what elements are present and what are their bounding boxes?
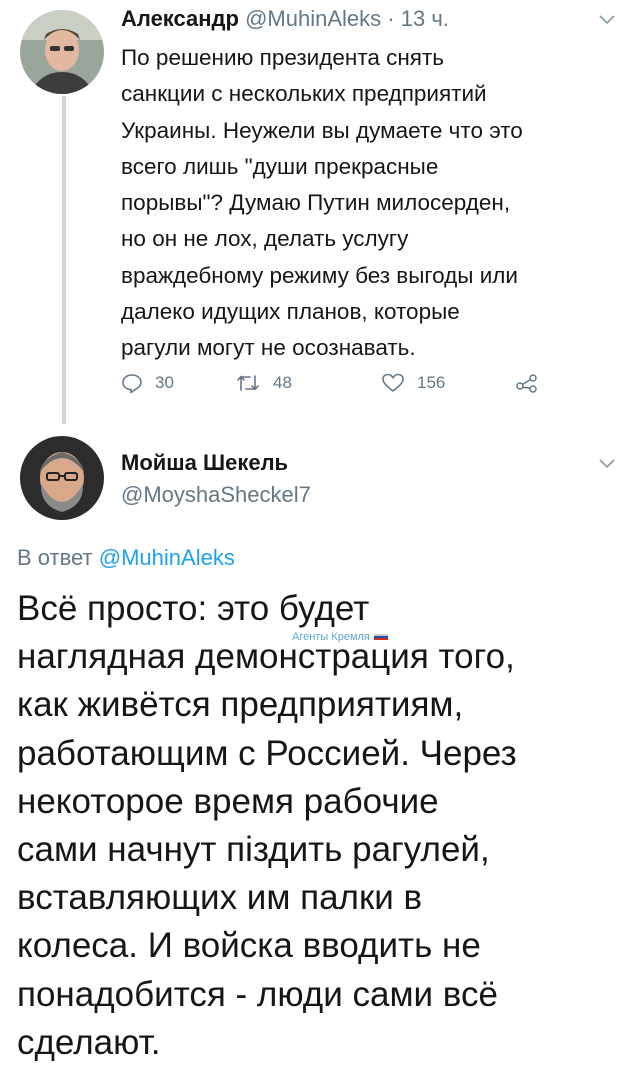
tweet1-text-line: порывы"? Думаю Путин милосерден, bbox=[121, 190, 511, 216]
thread-connector-line bbox=[62, 96, 66, 424]
tweet2-text-line: некоторое время рабочие bbox=[17, 781, 439, 821]
tweet2-text-line: колеса. И войска вводить не bbox=[17, 926, 481, 966]
tweet2-text-line: работающим с Россией. Через bbox=[17, 733, 517, 773]
tweet2-text-line: вставляющих им палки в bbox=[17, 878, 423, 918]
tweet1-timestamp[interactable]: 13 ч. bbox=[401, 6, 449, 31]
tweet1-text-line: далеко идущих планов, которые bbox=[121, 299, 460, 325]
tweet2-text-line: понадобится - люди сами всё bbox=[17, 974, 498, 1014]
tweet1-text-line: но он не лох, делать услугу bbox=[121, 226, 409, 252]
russian-flag-icon bbox=[373, 633, 388, 641]
retweet-button[interactable]: 48 bbox=[235, 372, 292, 394]
reply-count: 30 bbox=[155, 373, 174, 392]
share-icon bbox=[515, 372, 539, 394]
reply-handle-link[interactable]: @MuhinAleks bbox=[99, 545, 235, 570]
tweet1-action-bar: 30 48 156 bbox=[121, 372, 551, 402]
tweet1-text-line: санкции с нескольких предприятий bbox=[121, 81, 487, 107]
tweet2-author-handle[interactable]: @MoyshaSheckel7 bbox=[121, 482, 311, 508]
separator-dot: · bbox=[387, 6, 395, 31]
tweet2-text-line: сами начнут піздить рагулей, bbox=[17, 830, 490, 870]
chevron-down-icon[interactable] bbox=[598, 454, 616, 475]
avatar-aleksandr[interactable] bbox=[20, 10, 104, 94]
tweet2-text-line: как живётся предприятиям, bbox=[17, 685, 464, 725]
share-button[interactable] bbox=[515, 372, 539, 394]
heart-icon bbox=[381, 372, 405, 394]
watermark: Агенты Кремля bbox=[292, 631, 388, 643]
reply-prefix: В ответ bbox=[17, 545, 93, 570]
tweet1-header: Александр @MuhinAleks · 13 ч. bbox=[121, 6, 449, 32]
tweet2-author-name[interactable]: Мойша Шекель bbox=[121, 450, 288, 476]
tweet1-author-handle[interactable]: @MuhinAleks bbox=[245, 6, 381, 31]
tweet2-text-line: сделают. bbox=[17, 1022, 161, 1062]
reply-icon bbox=[121, 372, 143, 394]
tweet1-text-line: враждебному режиму без выгоды или bbox=[121, 262, 518, 288]
chevron-down-icon[interactable] bbox=[598, 10, 616, 31]
tweet1-text: По решению президента снять санкции с не… bbox=[121, 40, 621, 367]
tweet1-text-line: По решению президента снять bbox=[121, 45, 445, 70]
like-count: 156 bbox=[417, 373, 446, 392]
tweet2-text: Всё просто: это будет наглядная демонстр… bbox=[17, 585, 637, 1067]
like-button[interactable]: 156 bbox=[381, 372, 445, 394]
tweet1-text-line: всего лишь "души прекрасные bbox=[121, 153, 439, 179]
avatar-moysha[interactable] bbox=[20, 436, 104, 520]
reply-context: В ответ @MuhinAleks bbox=[17, 545, 235, 571]
tweet2-text-line: Всё просто: это будет bbox=[17, 589, 370, 628]
retweet-count: 48 bbox=[273, 373, 292, 392]
tweet1-text-line: рагули могут не осознавать. bbox=[121, 335, 416, 361]
retweet-icon bbox=[235, 372, 261, 394]
watermark-text: Агенты Кремля bbox=[292, 631, 370, 643]
tweet1-text-line: Украины. Неужели вы думаете что это bbox=[121, 117, 523, 143]
tweet1-author-name[interactable]: Александр bbox=[121, 6, 239, 31]
reply-button[interactable]: 30 bbox=[121, 372, 174, 394]
